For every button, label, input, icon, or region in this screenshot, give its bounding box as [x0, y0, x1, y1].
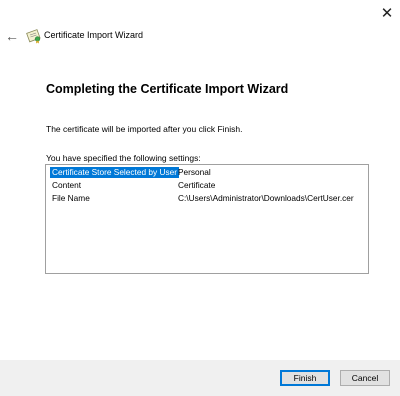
wizard-header: ← Certificate Import Wizard — [0, 24, 400, 48]
settings-key: Content — [52, 180, 82, 190]
settings-value: Personal — [178, 167, 211, 177]
certificate-import-wizard-window: ✕ ← Certificate Import Wizard Completing… — [0, 0, 400, 396]
settings-label: You have specified the following setting… — [46, 153, 201, 163]
settings-key: File Name — [52, 193, 90, 203]
page-heading: Completing the Certificate Import Wizard — [46, 82, 289, 96]
settings-value: Certificate — [178, 180, 216, 190]
back-arrow-icon: ← — [5, 28, 19, 44]
description-text: The certificate will be imported after y… — [46, 124, 243, 134]
settings-value: C:\Users\Administrator\Downloads\CertUse… — [178, 193, 354, 203]
wizard-title: Certificate Import Wizard — [44, 30, 144, 40]
settings-key: Certificate Store Selected by User — [49, 166, 180, 179]
close-icon: ✕ — [380, 5, 394, 22]
footer-bar: Finish Cancel — [0, 360, 400, 396]
close-button[interactable]: ✕ — [376, 4, 398, 24]
settings-list[interactable]: Certificate Store Selected by User Perso… — [45, 164, 369, 274]
certificate-icon — [26, 29, 41, 44]
back-button[interactable]: ← — [4, 28, 20, 44]
finish-button[interactable]: Finish — [280, 370, 330, 386]
cancel-button[interactable]: Cancel — [340, 370, 390, 386]
